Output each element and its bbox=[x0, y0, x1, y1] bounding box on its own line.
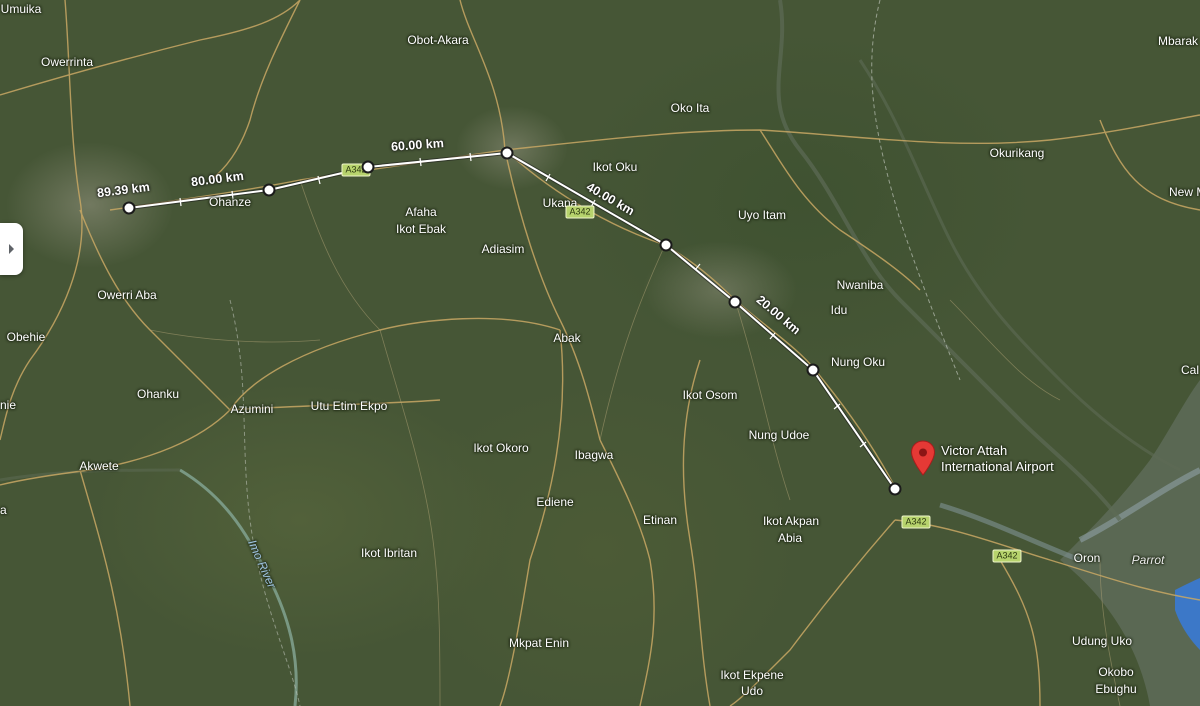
road-shield: A342 bbox=[565, 205, 595, 219]
place-label: Nwaniba bbox=[836, 278, 884, 292]
place-label: Azumini bbox=[230, 402, 274, 416]
place-label: Etinan bbox=[642, 513, 678, 527]
measure-point[interactable] bbox=[361, 160, 375, 174]
place-label: Idu bbox=[830, 303, 848, 317]
place-label: Adiasim bbox=[481, 242, 525, 256]
place-label: Owerri Aba bbox=[97, 288, 157, 302]
map-canvas[interactable]: Umuika Owerrinta Obot-Akara Mbarak Oko I… bbox=[0, 0, 1200, 706]
place-label: Ediene bbox=[536, 495, 574, 509]
place-label: Umuika bbox=[0, 2, 42, 16]
place-label: Ikot Ekpene bbox=[720, 668, 784, 682]
place-label: Utu Etim Ekpo bbox=[310, 399, 388, 413]
place-label: Oko Ita bbox=[670, 101, 710, 115]
place-label: Ibagwa bbox=[574, 448, 614, 462]
place-label: Ohanze bbox=[208, 195, 252, 209]
measure-point[interactable] bbox=[728, 295, 742, 309]
place-label: Mbarak bbox=[1158, 34, 1199, 48]
chevron-right-icon bbox=[9, 244, 14, 254]
place-label: Udung Uko bbox=[1071, 634, 1133, 648]
airport-name-line1: Victor Attah bbox=[941, 443, 1008, 458]
place-label: Afaha bbox=[405, 205, 437, 219]
place-label: New M bbox=[1169, 185, 1200, 199]
road-shield: A342 bbox=[901, 515, 931, 529]
place-label: Ohanku bbox=[136, 387, 180, 401]
place-label: Obot-Akara bbox=[407, 33, 469, 47]
place-label: a bbox=[0, 503, 7, 517]
place-label: Obehie bbox=[6, 330, 46, 344]
place-label: Nung Udoe bbox=[748, 428, 810, 442]
place-label: Ikot Okoro bbox=[473, 441, 529, 455]
place-label: Ikot Oku bbox=[592, 160, 638, 174]
place-label: Oron bbox=[1073, 551, 1101, 565]
measure-point[interactable] bbox=[659, 238, 673, 252]
measure-point[interactable] bbox=[806, 363, 820, 377]
place-label: Abak bbox=[553, 331, 581, 345]
place-label: Owerrinta bbox=[40, 55, 94, 69]
place-label: Mkpat Enin bbox=[508, 636, 570, 650]
place-label: Akwete bbox=[79, 459, 119, 473]
place-label: Okurikang bbox=[989, 146, 1045, 160]
measure-point[interactable] bbox=[262, 183, 276, 197]
place-label: Ebughu bbox=[1095, 682, 1137, 696]
place-label: Udo bbox=[740, 684, 764, 698]
place-label: Abia bbox=[777, 531, 803, 545]
place-label: Okobo bbox=[1098, 665, 1134, 679]
airport-name-line2: International Airport bbox=[941, 459, 1054, 474]
red-map-pin-icon[interactable] bbox=[910, 440, 936, 476]
place-label: nie bbox=[0, 398, 17, 412]
place-label: Ikot Ibritan bbox=[360, 546, 418, 560]
place-label: Nung Oku bbox=[830, 355, 886, 369]
measure-point[interactable] bbox=[888, 482, 902, 496]
place-label: Ikot Ebak bbox=[395, 222, 447, 236]
place-label: Ikot Osom bbox=[682, 388, 738, 402]
measure-point[interactable] bbox=[500, 146, 514, 160]
road-shield: A342 bbox=[992, 549, 1022, 563]
place-label: Cal bbox=[1181, 363, 1200, 377]
airport-label[interactable]: Victor Attah International Airport bbox=[941, 443, 1054, 475]
sidebar-toggle-button[interactable] bbox=[0, 223, 23, 275]
place-label: Uyo Itam bbox=[737, 208, 787, 222]
water-label: Parrot bbox=[1131, 553, 1165, 567]
measure-point[interactable] bbox=[122, 201, 136, 215]
measurement-path bbox=[128, 151, 897, 491]
place-label: Ikot Akpan bbox=[762, 514, 820, 528]
